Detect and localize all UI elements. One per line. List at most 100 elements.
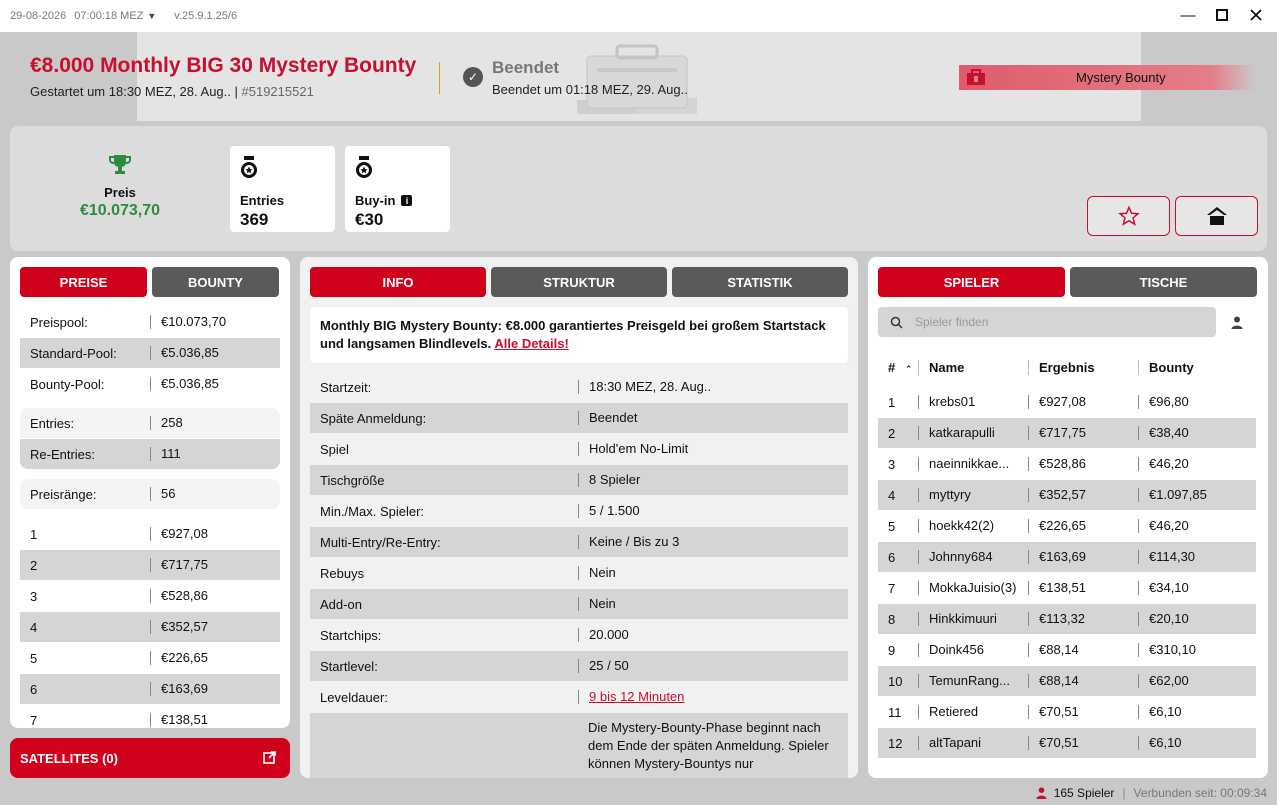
header-name[interactable]: Name — [918, 359, 1028, 375]
prize-rank-row: 6 €163,69 — [20, 674, 280, 704]
info-row-startchips: Startchips: 20.000 — [310, 620, 848, 650]
tab-spieler[interactable]: SPIELER — [878, 267, 1065, 297]
summary-bar: Preis €10.073,70 Entries 369 Buy-in i €3… — [10, 126, 1267, 251]
level-duration-link[interactable]: 9 bis 12 Minuten — [578, 690, 684, 704]
tab-statistik[interactable]: STATISTIK — [672, 267, 848, 297]
table-row[interactable]: 1 krebs01 €927,08 €96,80 — [878, 387, 1256, 417]
close-icon[interactable] — [1249, 6, 1263, 24]
header-bounty[interactable]: Bounty — [1138, 359, 1248, 375]
table-row[interactable]: 10 TemunRang... €88,14 €62,00 — [878, 666, 1256, 696]
status-label: Beendet — [492, 58, 560, 77]
start-time-label: Gestartet um 18:30 MEZ, 28. Aug.. — [30, 84, 231, 99]
briefcase-illustration — [577, 44, 697, 114]
table-row[interactable]: 2 katkarapulli €717,75 €38,40 — [878, 418, 1256, 448]
table-row[interactable]: 3 naeinnikkae... €528,86 €46,20 — [878, 449, 1256, 479]
cell-bounty: €114,30 — [1138, 550, 1248, 564]
table-row[interactable]: 9 Doink456 €88,14 €310,10 — [878, 635, 1256, 665]
cell-bounty: €20,10 — [1138, 612, 1248, 626]
time-label: 07:00:18 MEZ — [74, 10, 144, 22]
mystery-bounty-badge: Mystery Bounty — [959, 65, 1255, 90]
cell-name: TemunRang... — [918, 674, 1028, 688]
checkmark-icon: ✓ — [463, 67, 483, 87]
maximize-icon[interactable] — [1215, 6, 1229, 24]
description-text: Monthly BIG Mystery Bounty: €8.000 garan… — [320, 318, 826, 351]
header-rank[interactable]: # ⌃ — [878, 360, 918, 375]
table-row[interactable]: 12 altTapani €70,51 €6,10 — [878, 728, 1256, 758]
row-key: Min./Max. Spieler: — [320, 503, 425, 519]
cell-bounty: €46,20 — [1138, 519, 1248, 533]
buyin-value: €30 — [355, 210, 384, 229]
person-icon — [1036, 787, 1047, 799]
header-rank-label: # — [888, 359, 896, 375]
title-bar: 29-08-2026 07:00:18 MEZ ▼ v.25.9.1.25/6 … — [0, 0, 1277, 32]
row-key: Startlevel: — [320, 658, 378, 674]
row-value: €138,51 — [150, 713, 208, 727]
prize-rank-row: 5 €226,65 — [20, 643, 280, 673]
player-count: 165 Spieler — [1053, 786, 1115, 800]
cell-name: myttyry — [918, 488, 1028, 502]
lobby-button[interactable] — [1175, 196, 1258, 236]
cell-rank: 7 — [888, 580, 896, 596]
prize-rank-row: 7 €138,51 — [20, 705, 280, 728]
row-value: 111 — [150, 447, 181, 461]
date-label: 29-08-2026 — [10, 10, 67, 22]
tab-preise[interactable]: PREISE — [20, 267, 147, 297]
players-table-header: # ⌃ Name Ergebnis Bounty — [878, 355, 1256, 379]
tab-tische[interactable]: TISCHE — [1070, 267, 1257, 297]
cell-rank: 5 — [888, 518, 896, 534]
person-icon[interactable] — [1231, 316, 1243, 329]
details-link[interactable]: Alle Details! — [494, 336, 568, 351]
cell-rank: 12 — [888, 735, 903, 751]
info-row-addon: Add-on Nein — [310, 589, 848, 619]
row-key: Multi-Entry/Re-Entry: — [320, 534, 441, 550]
cell-result: €352,57 — [1028, 488, 1138, 502]
row-key: 6 — [30, 681, 38, 697]
time-dropdown[interactable]: 07:00:18 MEZ ▼ — [74, 10, 156, 22]
row-value: 25 / 50 — [578, 659, 629, 673]
tab-bounty[interactable]: BOUNTY — [152, 267, 279, 297]
cell-result: €138,51 — [1028, 581, 1138, 595]
cell-name: katkarapulli — [918, 426, 1028, 440]
player-search[interactable]: Spieler finden — [878, 307, 1216, 337]
cell-rank: 9 — [888, 642, 896, 658]
satellites-button[interactable]: SATELLITES (0) — [10, 738, 290, 778]
row-key: Rebuys — [320, 565, 365, 581]
minimize-icon[interactable]: — — [1181, 6, 1196, 24]
cell-name: Retiered — [918, 705, 1028, 719]
row-key: Startchips: — [320, 627, 382, 643]
prize-value: €10.073,70 — [79, 202, 161, 219]
info-row-level-duration: Leveldauer: 9 bis 12 Minuten — [310, 682, 848, 712]
row-value: 5 / 1.500 — [578, 504, 640, 518]
row-key: 7 — [30, 712, 38, 728]
row-value: Keine / Bis zu 3 — [578, 535, 679, 549]
favorite-button[interactable] — [1087, 196, 1170, 236]
header-result[interactable]: Ergebnis — [1028, 359, 1138, 375]
tournament-id: #519215521 — [241, 84, 314, 99]
status-ended-time: Beendet um 01:18 MEZ, 29. Aug.. — [492, 82, 688, 97]
cell-result: €717,75 — [1028, 426, 1138, 440]
tab-struktur[interactable]: STRUKTUR — [491, 267, 667, 297]
star-icon — [1117, 205, 1140, 226]
table-row[interactable]: 5 hoekk42(2) €226,65 €46,20 — [878, 511, 1256, 541]
row-key: Entries: — [30, 415, 75, 431]
cell-name: altTapani — [918, 736, 1028, 750]
row-key: Preisränge: — [30, 486, 97, 502]
cell-result: €163,69 — [1028, 550, 1138, 564]
cell-result: €70,51 — [1028, 736, 1138, 750]
info-icon[interactable]: i — [401, 195, 413, 206]
home-icon — [1206, 207, 1227, 225]
briefcase-icon — [967, 69, 985, 85]
prize-summary: Preis €10.073,70 — [70, 154, 170, 220]
table-row[interactable]: 8 Hinkkimuuri €113,32 €20,10 — [878, 604, 1256, 634]
cell-name: krebs01 — [918, 395, 1028, 409]
row-value: Nein — [578, 597, 616, 611]
table-row[interactable]: 11 Retiered €70,51 €6,10 — [878, 697, 1256, 727]
cell-result: €927,08 — [1028, 395, 1138, 409]
tab-info[interactable]: INFO — [310, 267, 486, 297]
trophy-icon — [109, 155, 131, 174]
table-row[interactable]: 6 Johnny684 €163,69 €114,30 — [878, 542, 1256, 572]
table-row[interactable]: 4 myttyry €352,57 €1.097,85 — [878, 480, 1256, 510]
table-row[interactable]: 7 MokkaJuisio(3) €138,51 €34,10 — [878, 573, 1256, 603]
row-value: Nein — [578, 566, 616, 580]
cell-bounty: €46,20 — [1138, 457, 1248, 471]
